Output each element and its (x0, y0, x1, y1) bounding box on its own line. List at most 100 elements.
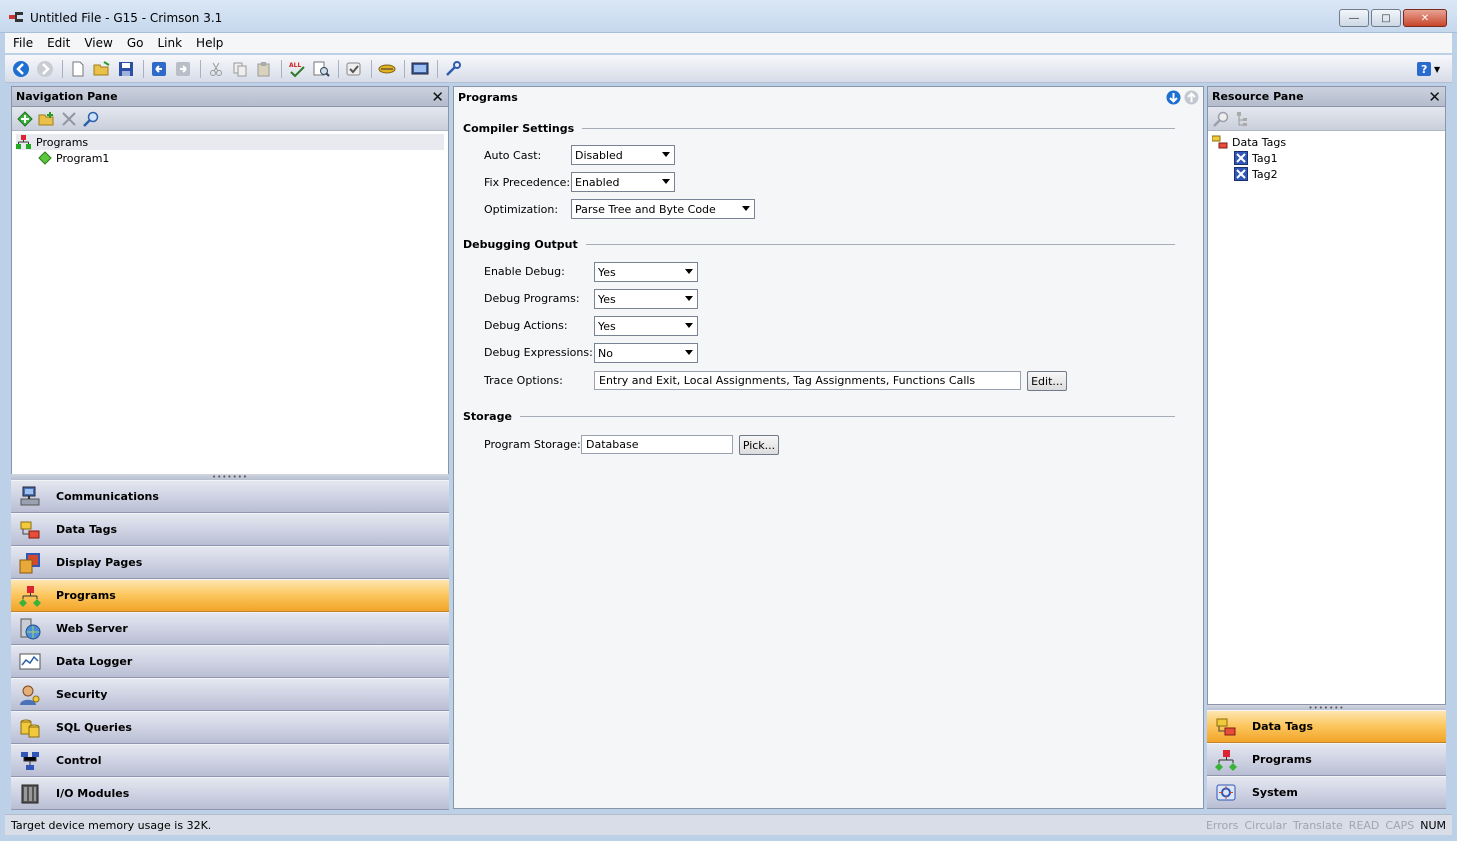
navigation-tree: Programs Program1 (12, 131, 448, 169)
maximize-button[interactable]: □ (1371, 9, 1401, 27)
forward-button[interactable] (34, 58, 56, 80)
status-message: Target device memory usage is 32K. (11, 818, 212, 832)
program-storage-field[interactable]: Database (581, 435, 733, 454)
category-sql-queries[interactable]: SQL Queries (11, 711, 449, 744)
auto-cast-select[interactable]: Disabled (571, 145, 675, 165)
save-button[interactable] (115, 58, 137, 80)
pick-button[interactable]: Pick... (739, 435, 779, 455)
resource-category-programs[interactable]: Programs (1207, 743, 1446, 776)
add-folder-icon[interactable] (38, 110, 56, 128)
debug-expressions-value: No (598, 346, 613, 360)
search-icon[interactable] (1212, 110, 1230, 128)
menu-go[interactable]: Go (127, 36, 144, 50)
debug-programs-select[interactable]: Yes (594, 289, 698, 309)
debug-actions-select[interactable]: Yes (594, 316, 698, 336)
category-programs[interactable]: Programs (11, 579, 449, 612)
open-folder-icon (93, 60, 110, 75)
compiler-settings-heading: Compiler Settings (463, 122, 1175, 135)
spell-check-button[interactable]: ALL (286, 58, 308, 80)
resource-pane: Resource Pane ✕ Data Tags Tag1 Tag2 (1207, 86, 1446, 705)
send-button[interactable] (376, 58, 398, 80)
toolbar-separator (437, 59, 438, 78)
menu-view[interactable]: View (84, 36, 112, 50)
menu-help[interactable]: Help (196, 36, 223, 50)
resource-pane-header: Resource Pane ✕ (1208, 87, 1445, 107)
menu-file[interactable]: File (13, 36, 33, 50)
communications-icon (20, 486, 40, 505)
resource-category-data-tags[interactable]: Data Tags (1207, 710, 1446, 743)
category-io-modules[interactable]: I/O Modules (11, 777, 449, 810)
tree-item-tag2[interactable]: Tag2 (1212, 166, 1441, 182)
category-data-logger[interactable]: Data Logger (11, 645, 449, 678)
paste-button[interactable] (253, 58, 275, 80)
tree-item-program1[interactable]: Program1 (16, 150, 444, 166)
minimize-icon: ― (1349, 12, 1359, 24)
navigation-pane-tools (12, 107, 448, 131)
resource-pane-title: Resource Pane (1212, 90, 1304, 103)
help-dropdown-button[interactable]: ? ▼ (1416, 59, 1442, 79)
enable-debug-select[interactable]: Yes (594, 262, 698, 282)
tree-view-icon[interactable] (1234, 110, 1252, 128)
optimization-select[interactable]: Parse Tree and Byte Code (571, 199, 755, 219)
read-indicator: READ (1348, 819, 1380, 832)
screen-icon (411, 62, 429, 74)
tag-icon (1234, 151, 1248, 165)
up-arrow-icon[interactable] (1184, 90, 1199, 105)
circular-indicator: Circular (1244, 819, 1287, 832)
screen-button[interactable] (409, 58, 431, 80)
errors-indicator: Errors (1205, 819, 1239, 832)
debug-expressions-select[interactable]: No (594, 343, 698, 363)
navigation-pane-title: Navigation Pane (16, 90, 118, 103)
cut-button[interactable] (205, 58, 227, 80)
save-icon (119, 61, 133, 76)
category-control[interactable]: Control (11, 744, 449, 777)
delete-icon[interactable] (60, 110, 78, 128)
category-communications[interactable]: Communications (11, 480, 449, 513)
trace-options-field[interactable]: Entry and Exit, Local Assignments, Tag A… (594, 371, 1021, 390)
resource-category-system[interactable]: System (1207, 776, 1446, 809)
menu-edit[interactable]: Edit (47, 36, 70, 50)
navigation-categories: Communications Data Tags Display Pages P… (11, 480, 449, 810)
toolbar-separator (143, 59, 144, 78)
tree-item-data-tags[interactable]: Data Tags (1212, 134, 1441, 150)
tree-item-tag1[interactable]: Tag1 (1212, 150, 1441, 166)
chevron-down-icon (662, 152, 670, 157)
new-file-button[interactable] (67, 58, 89, 80)
copy-button[interactable] (229, 58, 251, 80)
close-pane-icon[interactable]: ✕ (1428, 88, 1441, 106)
web-server-icon (20, 618, 41, 639)
back-button[interactable] (10, 58, 32, 80)
redo-button[interactable] (172, 58, 194, 80)
menu-link[interactable]: Link (157, 36, 182, 50)
close-button[interactable]: ✕ (1403, 9, 1447, 27)
category-web-server[interactable]: Web Server (11, 612, 449, 645)
tree-item-programs[interactable]: Programs (16, 134, 444, 150)
program-storage-label: Program Storage: (484, 438, 581, 451)
minimize-button[interactable]: ― (1339, 9, 1369, 27)
control-icon (21, 751, 39, 770)
category-label: Programs (1252, 753, 1312, 766)
title-bar: Untitled File - G15 - Crimson 3.1 ― □ ✕ (0, 0, 1457, 33)
category-display-pages[interactable]: Display Pages (11, 546, 449, 579)
redo-icon (176, 61, 190, 76)
add-item-icon[interactable] (16, 110, 34, 128)
status-bar: Target device memory usage is 32K. Error… (5, 814, 1452, 835)
undo-icon (152, 61, 166, 76)
close-pane-icon[interactable]: ✕ (431, 88, 444, 106)
category-data-tags[interactable]: Data Tags (11, 513, 449, 546)
undo-button[interactable] (148, 58, 170, 80)
verify-button[interactable] (343, 58, 365, 80)
open-button[interactable] (91, 58, 113, 80)
toolbar-separator (62, 59, 63, 78)
fix-precedence-select[interactable]: Enabled (571, 172, 675, 192)
tag-icon (1234, 167, 1248, 181)
category-security[interactable]: Security (11, 678, 449, 711)
edit-button[interactable]: Edit... (1027, 371, 1067, 391)
tool-button[interactable] (442, 58, 464, 80)
programs-pane-title: Programs (458, 90, 518, 104)
debug-actions-label: Debug Actions: (484, 319, 568, 332)
find-button[interactable] (310, 58, 332, 80)
toolbar: ALL ? ▼ (5, 55, 1452, 83)
search-icon[interactable] (82, 110, 100, 128)
down-arrow-icon[interactable] (1166, 90, 1181, 105)
